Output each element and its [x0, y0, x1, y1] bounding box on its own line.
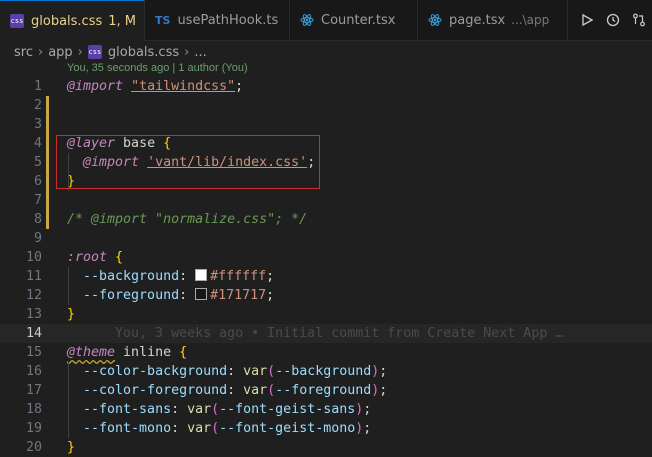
code-text: @theme inline { [67, 345, 188, 360]
line-number: 14 [25, 326, 42, 341]
code-line[interactable]: 3 [0, 115, 652, 134]
tab-label: page.tsx [449, 12, 506, 28]
line-number: 4 [33, 136, 42, 151]
chevron-right-icon: › [184, 44, 190, 60]
code-text: /* @import "normalize.css"; */ [67, 212, 308, 227]
code-line[interactable]: 16 --color-background: var(--background)… [0, 362, 652, 381]
code-editor[interactable]: 20} 19 --font-mono: var(--font-geist-mono… [0, 77, 652, 455]
tab-globals-css[interactable]: css globals.css 1, M [0, 0, 145, 41]
color-swatch[interactable] [195, 269, 208, 281]
typescript-icon: TS [155, 13, 171, 27]
css-file-icon: css [87, 45, 102, 59]
code-line[interactable]: 17 --color-foreground: var(--foreground)… [0, 381, 652, 400]
git-modified-marker [46, 96, 49, 115]
git-blame-lens[interactable]: You, 35 seconds ago | 1 author (You) [67, 62, 248, 74]
line-number: 2 [33, 98, 42, 113]
highlight-box [56, 135, 320, 189]
tab-label: usePathHook.ts [177, 12, 279, 28]
color-swatch[interactable] [195, 288, 208, 300]
chevron-right-icon: › [77, 44, 83, 60]
code-line[interactable]: 18 --font-sans: var(--font-geist-sans); [0, 400, 652, 419]
breadcrumb-item-file[interactable]: globals.css [108, 45, 179, 60]
code-line[interactable]: 15 @theme inline { [0, 343, 652, 362]
line-number: 7 [33, 193, 42, 208]
tab-status: 1, M [108, 13, 137, 29]
line-number: 9 [33, 231, 42, 246]
git-modified-marker [46, 210, 49, 229]
line-number: 8 [33, 212, 42, 227]
tab-description: ...\app [511, 13, 550, 27]
code-text: } [67, 307, 76, 322]
code-text: --foreground: #171717; [83, 288, 275, 303]
line-number: 6 [33, 174, 42, 189]
git-modified-marker [46, 115, 49, 134]
tab-usepathhook-ts[interactable]: TS usePathHook.ts [145, 0, 290, 40]
code-line[interactable]: 13} [0, 305, 652, 324]
code-line[interactable]: 7 [0, 191, 652, 210]
code-text: You, 3 weeks ago • Initial commit from C… [67, 326, 564, 341]
line-number: 13 [25, 307, 42, 322]
code-line[interactable]: 8 /* @import "normalize.css"; */ [0, 210, 652, 229]
tab-label: Counter.tsx [321, 12, 396, 28]
git-compare-icon [633, 13, 645, 27]
tab-page-tsx[interactable]: page.tsx ...\app [418, 0, 568, 40]
code-text: } [67, 440, 76, 455]
react-icon [428, 13, 442, 27]
history-icon [606, 13, 620, 27]
code-line[interactable]: 9 [0, 229, 652, 248]
code-line[interactable]: 11 --background: #ffffff; [0, 267, 652, 286]
indent-guide [68, 267, 69, 305]
breadcrumb: src › app › css globals.css › ... [0, 41, 207, 63]
breadcrumb-item-src[interactable]: src [14, 45, 33, 60]
git-modified-marker [46, 172, 49, 191]
code-text: --font-mono: var(--font-geist-mono); [83, 421, 372, 436]
git-modified-marker [46, 153, 49, 172]
editor-actions [574, 0, 652, 40]
line-number: 17 [25, 383, 42, 398]
code-line[interactable]: 1 @import "tailwindcss"; [0, 77, 652, 96]
line-number: 12 [25, 288, 42, 303]
play-icon [582, 14, 593, 26]
react-icon [300, 13, 314, 27]
line-number: 15 [25, 345, 42, 360]
editor-tab-bar: css globals.css 1, M TS usePathHook.ts C… [0, 0, 652, 41]
tab-counter-tsx[interactable]: Counter.tsx [290, 0, 418, 40]
line-number: 3 [33, 117, 42, 132]
tab-label: globals.css [31, 13, 103, 29]
code-text: @import "tailwindcss"; [67, 79, 244, 94]
code-line[interactable]: 2 [0, 96, 652, 115]
line-number: 1 [33, 79, 42, 94]
line-number: 19 [25, 421, 42, 436]
code-text: :root { [67, 250, 124, 265]
code-line[interactable]: 12 --foreground: #171717; [0, 286, 652, 305]
code-line[interactable]: 20} [0, 438, 652, 457]
code-line[interactable]: 10 :root { [0, 248, 652, 267]
line-number: 16 [25, 364, 42, 379]
git-modified-marker [46, 191, 49, 210]
line-number: 5 [33, 155, 42, 170]
code-text: --color-foreground: var(--foreground); [83, 383, 388, 398]
source-control-button[interactable] [626, 7, 652, 33]
run-button[interactable] [574, 7, 600, 33]
line-number: 10 [25, 250, 42, 265]
breadcrumb-item-symbols[interactable]: ... [194, 45, 206, 60]
css-file-icon: css [10, 14, 24, 28]
code-text: --font-sans: var(--font-geist-sans); [83, 402, 372, 417]
line-number: 20 [25, 440, 42, 455]
chevron-right-icon: › [37, 44, 44, 60]
timeline-button[interactable] [600, 7, 626, 33]
line-number: 11 [25, 269, 42, 284]
breadcrumb-item-app[interactable]: app [48, 45, 72, 60]
code-line[interactable]: 14 You, 3 weeks ago • Initial commit fro… [0, 324, 652, 343]
code-text: --background: #ffffff; [83, 269, 275, 284]
code-line[interactable]: 19 --font-mono: var(--font-geist-mono); [0, 419, 652, 438]
indent-guide [68, 362, 69, 438]
git-modified-marker [46, 134, 49, 153]
line-number: 18 [25, 402, 42, 417]
code-text: --color-background: var(--background); [83, 364, 388, 379]
